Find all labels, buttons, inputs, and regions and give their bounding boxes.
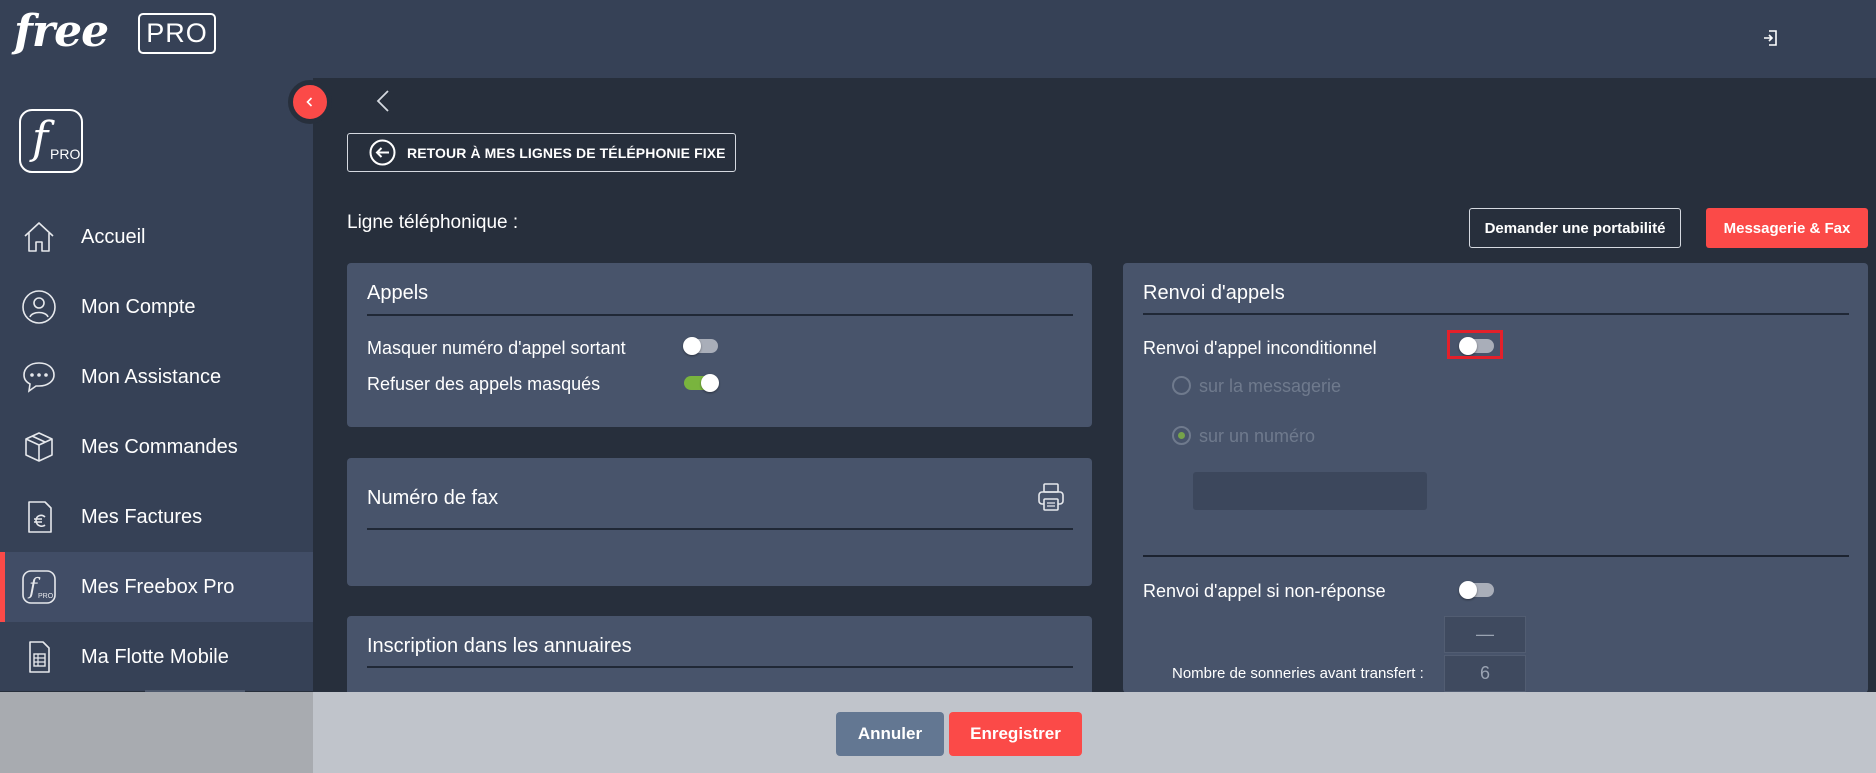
radio-sur-numero[interactable] (1172, 426, 1191, 445)
card-title: Inscription dans les annuaires (367, 635, 632, 657)
free-logo[interactable]: free (14, 6, 109, 57)
sidebar-item-label: Mon Compte (81, 295, 196, 318)
sonneries-label: Nombre de sonneries avant transfert : (1172, 665, 1424, 682)
renvoi-non-reponse-toggle[interactable] (1459, 581, 1494, 599)
card-divider (367, 314, 1073, 316)
back-to-lines-button[interactable]: RETOUR À MES LIGNES DE TÉLÉPHONIE FIXE (347, 133, 736, 172)
sidebar-item-label: Mes Commandes (81, 435, 238, 458)
radio-sur-numero-label: sur un numéro (1199, 426, 1316, 446)
sidebar-item-ma-flotte-mobile[interactable]: Ma Flotte Mobile (0, 622, 313, 692)
radio-sur-messagerie-label: sur la messagerie (1199, 376, 1342, 396)
card-divider (367, 666, 1073, 668)
sidebar-nav: Accueil Mon Compte Mon Assistance Mes Co… (0, 202, 313, 692)
sidebar-item-label: Ma Flotte Mobile (81, 645, 229, 668)
back-chevron-icon[interactable] (372, 88, 396, 114)
sidebar-item-mes-freebox-pro[interactable]: f PRO Mes Freebox Pro (0, 552, 313, 622)
logo-sub: PRO (50, 146, 81, 162)
logo-letter: f (32, 113, 49, 164)
pro-logo-badge[interactable]: PRO (138, 13, 216, 54)
sonneries-decrement-button[interactable]: — (1444, 616, 1526, 653)
sidebar-item-mes-commandes[interactable]: Mes Commandes (0, 412, 313, 482)
sidebar-item-label: Accueil (81, 225, 146, 248)
card-title: Appels (367, 282, 429, 304)
sidebar-item-mon-assistance[interactable]: Mon Assistance (0, 342, 313, 412)
collapse-sidebar-button[interactable] (288, 80, 332, 124)
chevron-left-icon (306, 97, 313, 107)
toggle-knob (683, 337, 701, 355)
sidebar-item-label: Mes Factures (81, 505, 203, 528)
renvoi-inconditionnel-label: Renvoi d'appel inconditionnel (1143, 338, 1377, 358)
card-title: Numéro de fax (367, 487, 499, 509)
box-icon (20, 428, 58, 466)
footer-left (0, 692, 313, 773)
renvoi-non-reponse-label: Renvoi d'appel si non-réponse (1143, 581, 1386, 601)
refuser-masques-label: Refuser des appels masqués (367, 374, 601, 394)
sidebar-item-mes-factures[interactable]: Mes Factures (0, 482, 313, 552)
footer-bar (313, 692, 1876, 773)
appels-card: Appels Masquer numéro d'appel sortant Re… (347, 263, 1092, 427)
toggle-knob (1459, 581, 1477, 599)
chat-icon (20, 358, 58, 396)
printer-icon[interactable] (1037, 482, 1065, 512)
sidebar: f PRO Accueil Mon Compte Mon Assistance (0, 78, 313, 691)
refuser-masques-toggle[interactable] (684, 374, 719, 392)
home-icon (20, 218, 58, 256)
toggle-knob (701, 374, 719, 392)
svg-text:PRO: PRO (38, 593, 54, 600)
page-title: Ligne téléphonique : (347, 212, 519, 233)
sidebar-item-mon-compte[interactable]: Mon Compte (0, 272, 313, 342)
fax-card: Numéro de fax (347, 458, 1092, 586)
freebox-pro-logo[interactable]: f PRO (19, 109, 83, 173)
card-title: Renvoi d'appels (1143, 282, 1285, 304)
messagerie-fax-button[interactable]: Messagerie & Fax (1706, 208, 1868, 248)
user-icon (20, 288, 58, 326)
logout-icon[interactable] (1760, 26, 1784, 50)
sidebar-item-label: Mon Assistance (81, 365, 222, 388)
masquer-numero-label: Masquer numéro d'appel sortant (367, 338, 626, 358)
cancel-button[interactable]: Annuler (836, 712, 944, 756)
fax-number-field[interactable] (367, 528, 1073, 530)
save-button[interactable]: Enregistrer (949, 712, 1082, 756)
card-divider (1143, 555, 1849, 557)
back-button-label: RETOUR À MES LIGNES DE TÉLÉPHONIE FIXE (407, 144, 726, 161)
top-bar: free PRO (0, 0, 1876, 78)
card-divider (1143, 313, 1849, 315)
sim-card-icon (20, 638, 58, 676)
sidebar-item-accueil[interactable]: Accueil (0, 202, 313, 272)
arrow-left-circle-icon (369, 139, 396, 166)
sidebar-item-label: Mes Freebox Pro (81, 575, 235, 598)
invoice-euro-icon (20, 498, 58, 536)
masquer-numero-toggle[interactable] (683, 337, 718, 355)
request-portability-button[interactable]: Demander une portabilité (1469, 208, 1681, 248)
sonneries-value[interactable]: 6 (1444, 655, 1526, 692)
radio-sur-messagerie[interactable] (1172, 376, 1191, 395)
forward-number-input[interactable] (1193, 472, 1427, 510)
freebox-pro-icon: f PRO (20, 568, 58, 606)
toggle-highlight-box (1447, 330, 1503, 359)
